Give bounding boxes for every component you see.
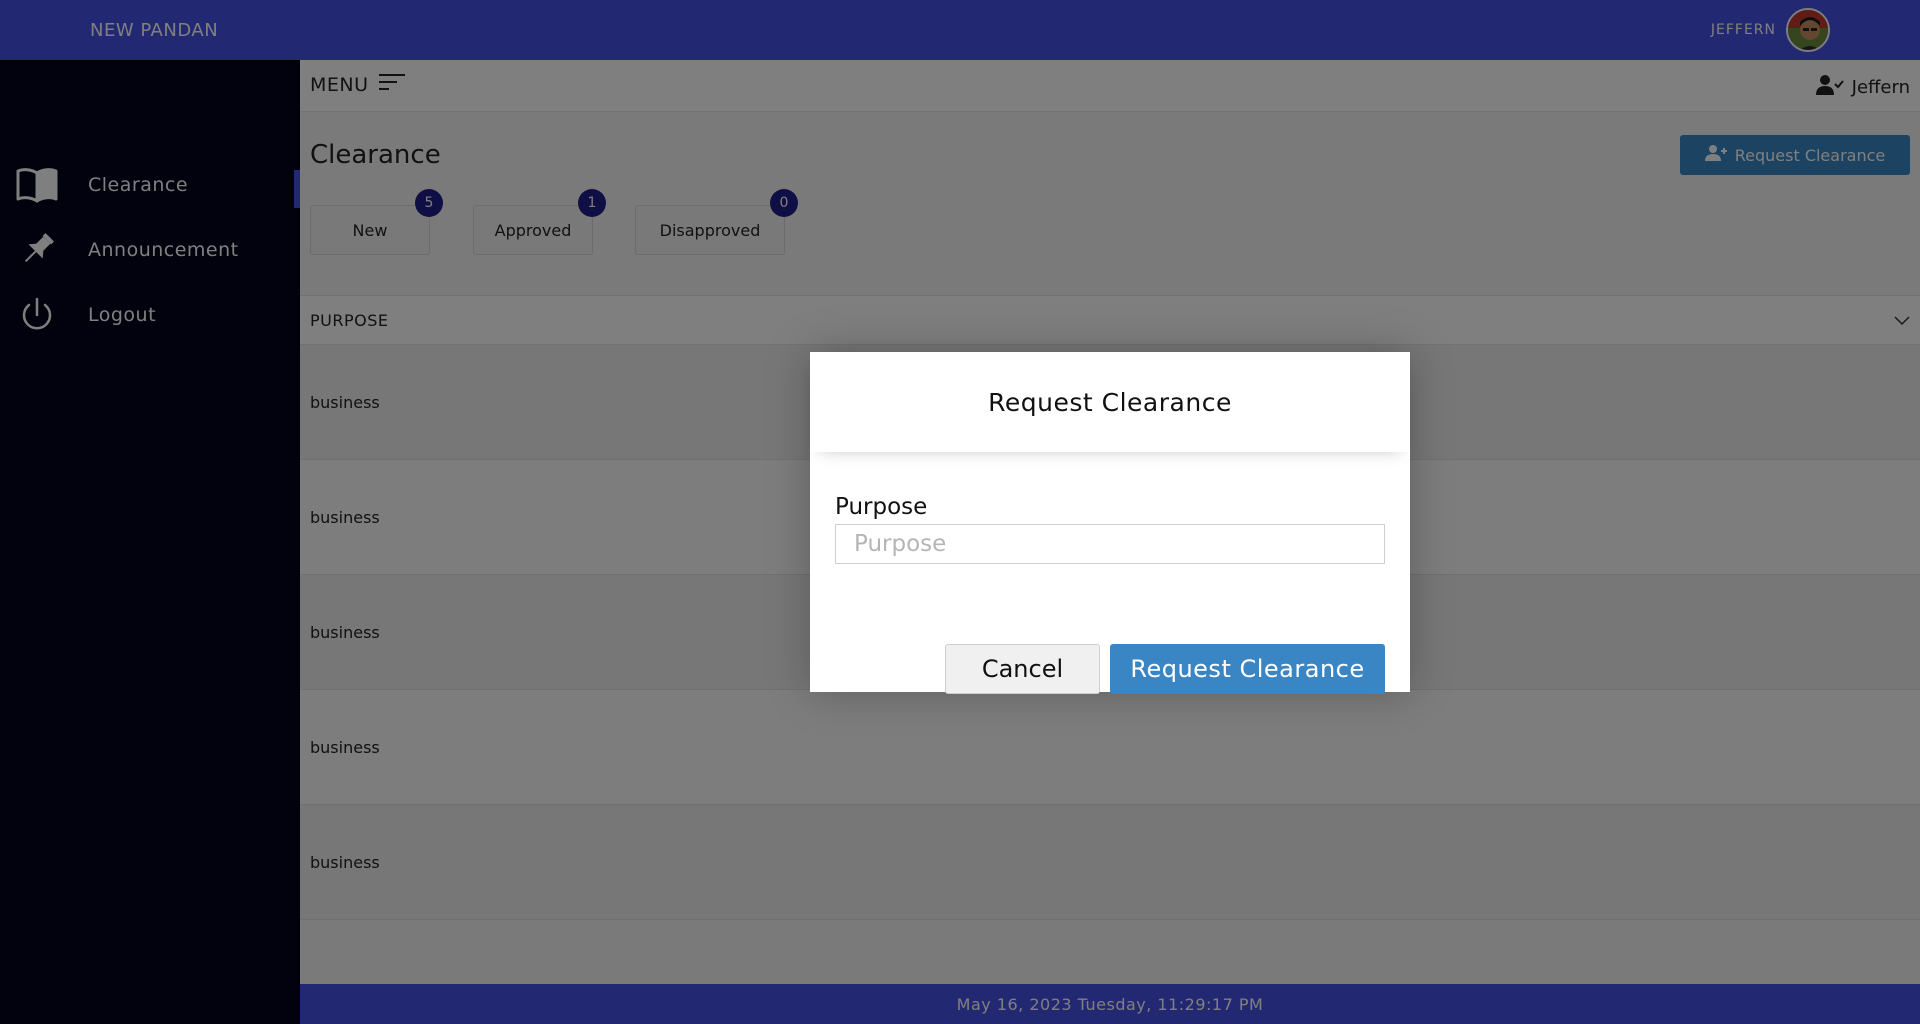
modal-header: Request Clearance	[810, 352, 1410, 452]
modal-body: Purpose Cancel Request Clearance	[810, 494, 1410, 694]
request-clearance-modal: Request Clearance Purpose Cancel Request…	[810, 352, 1410, 694]
cancel-button[interactable]: Cancel	[945, 644, 1100, 694]
purpose-input[interactable]	[835, 524, 1385, 564]
submit-request-clearance-button[interactable]: Request Clearance	[1110, 644, 1385, 694]
modal-actions: Cancel Request Clearance	[945, 644, 1385, 694]
purpose-field-label: Purpose	[835, 494, 928, 520]
modal-title: Request Clearance	[988, 387, 1232, 417]
